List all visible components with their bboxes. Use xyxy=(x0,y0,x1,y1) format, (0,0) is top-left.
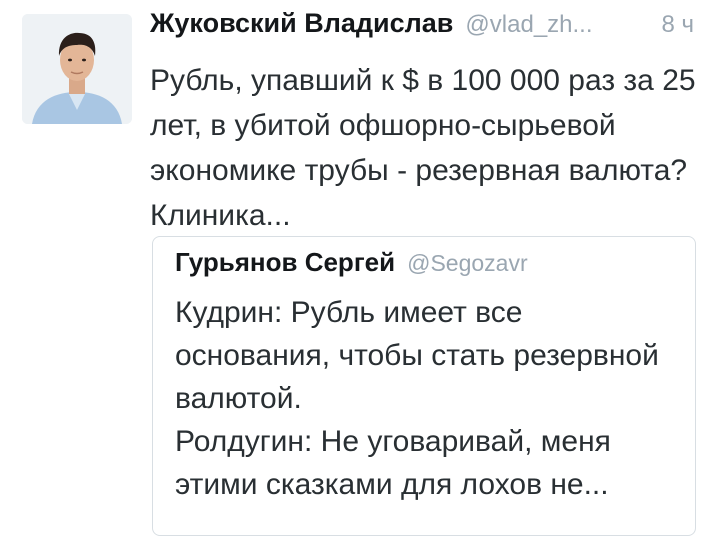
quoted-tweet-header: Гурьянов Сергей @Segozavr xyxy=(175,247,695,289)
quoted-text-line: Кудрин: Рубль имеет все основания, чтобы… xyxy=(175,296,659,415)
tweet-body: Жуковский Владислав @vlad_zh... 8 ч Рубл… xyxy=(150,8,698,238)
author-handle[interactable]: @vlad_zh... xyxy=(465,11,592,39)
author-name[interactable]: Жуковский Владислав xyxy=(150,8,453,39)
quoted-author-name: Гурьянов Сергей xyxy=(175,247,396,277)
tweet-text: Рубль, упавший к $ в 100 000 раз за 25 л… xyxy=(150,64,696,232)
quoted-author-handle: @Segozavr xyxy=(407,250,528,276)
quoted-tweet-text: Кудрин: Рубль имеет все основания, чтобы… xyxy=(175,291,675,506)
profile-photo-icon xyxy=(22,14,132,124)
quoted-text-line: Ролдугин: Не уговаривай, меня этими сказ… xyxy=(175,425,611,501)
tweet-timestamp[interactable]: 8 ч xyxy=(661,11,698,39)
tweet-header: Жуковский Владислав @vlad_zh... 8 ч xyxy=(150,8,698,52)
quoted-tweet[interactable]: Гурьянов Сергей @Segozavr Кудрин: Рубль … xyxy=(152,236,696,536)
avatar[interactable] xyxy=(22,14,132,124)
